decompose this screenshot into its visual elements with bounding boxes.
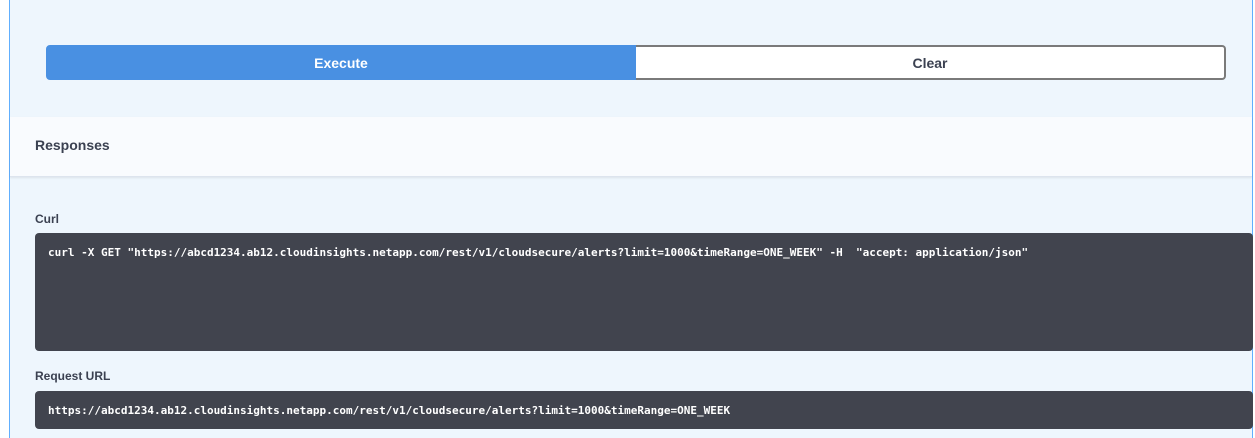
responses-title: Responses: [35, 137, 110, 153]
curl-code-block[interactable]: curl -X GET "https://abcd1234.ab12.cloud…: [35, 233, 1253, 351]
try-it-out-panel: Execute Clear Responses Curl curl -X GET…: [9, 0, 1253, 438]
curl-label: Curl: [35, 212, 59, 226]
responses-header: Responses: [10, 117, 1252, 177]
request-url-block[interactable]: https://abcd1234.ab12.cloudinsights.neta…: [35, 391, 1253, 429]
request-url-label: Request URL: [35, 369, 111, 383]
execute-button-group: Execute Clear: [46, 45, 1226, 80]
execute-button[interactable]: Execute: [46, 45, 636, 80]
clear-button[interactable]: Clear: [636, 45, 1226, 80]
